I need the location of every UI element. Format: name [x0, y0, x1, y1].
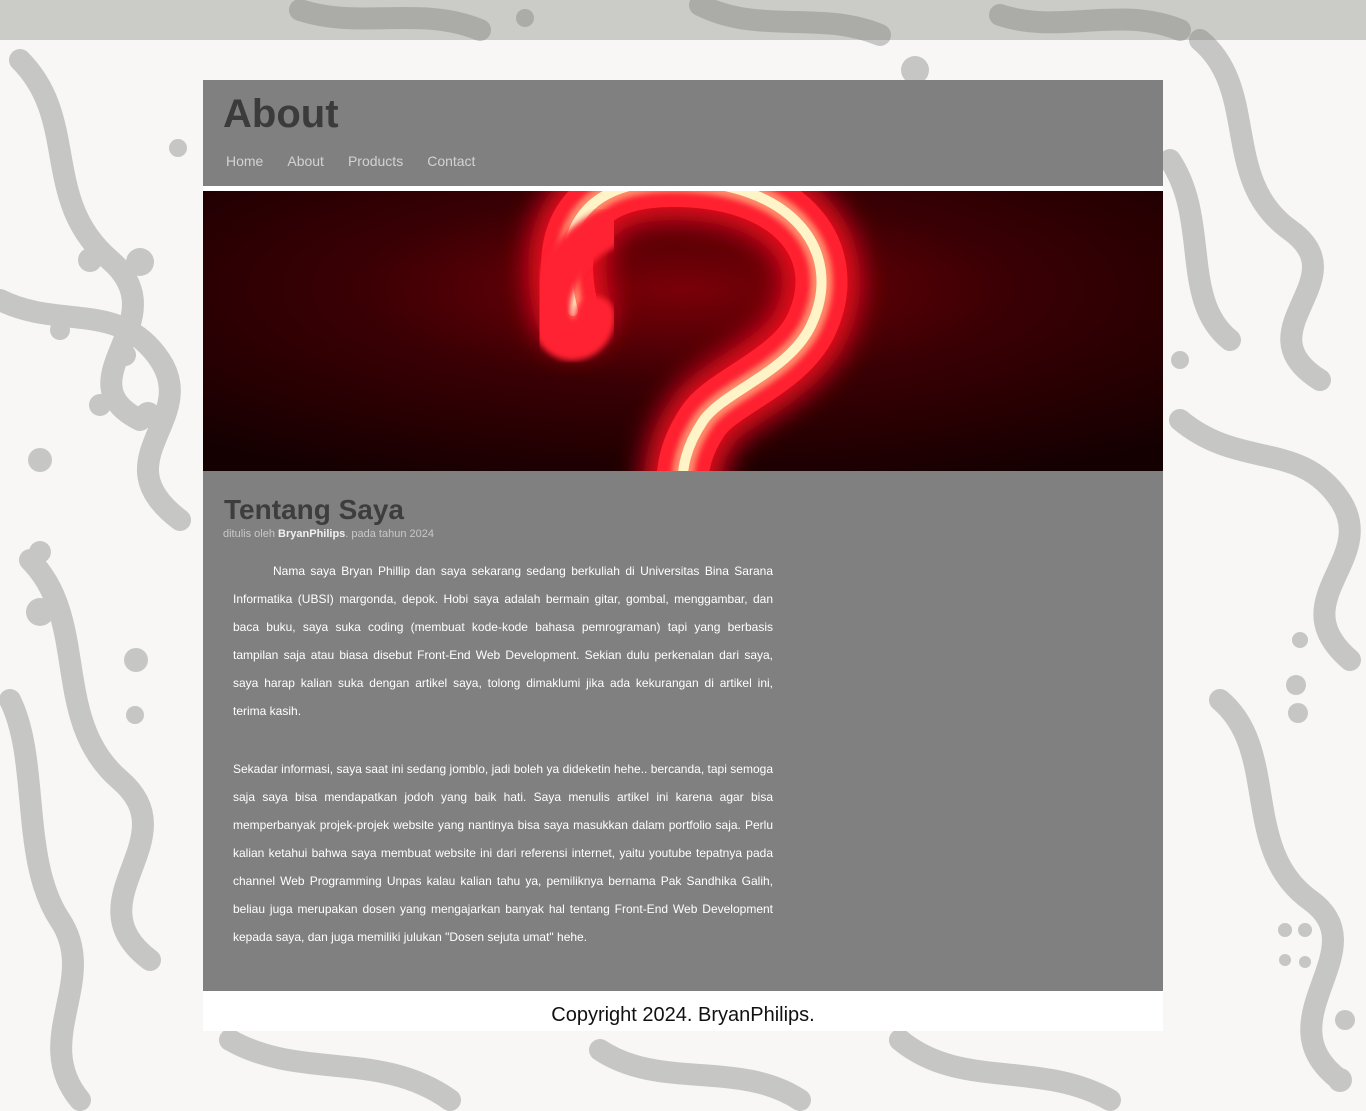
author-name: BryanPhilips: [278, 528, 346, 540]
page-container: About Home About Products Contact Tentan…: [203, 80, 1163, 1031]
hero-image: [203, 191, 1163, 471]
top-band: [0, 0, 1366, 40]
page-title: About: [223, 92, 339, 136]
meta-suffix: . pada tahun 2024: [345, 528, 434, 540]
site-header: About Home About Products Contact: [203, 80, 1163, 186]
article-paragraph: Sekadar informasi, saya saat ini sedang …: [233, 762, 773, 944]
article-paragraph: Nama saya Bryan Phillip dan saya sekaran…: [233, 564, 773, 718]
main-nav: Home About Products Contact: [214, 152, 487, 170]
site-footer: Copyright 2024. BryanPhilips.: [203, 991, 1163, 1031]
copyright-text: Copyright 2024. BryanPhilips.: [551, 1004, 815, 1026]
article-body: Nama saya Bryan Phillip dan saya sekaran…: [233, 557, 773, 981]
nav-products-link[interactable]: Products: [336, 152, 415, 170]
nav-contact-link[interactable]: Contact: [415, 152, 487, 170]
article-section: Tentang Saya ditulis oleh BryanPhilips. …: [203, 471, 1163, 991]
article-title: Tentang Saya: [224, 494, 404, 525]
neon-question-mark-image: [203, 191, 1163, 471]
nav-home-link[interactable]: Home: [214, 152, 275, 170]
article-meta: ditulis oleh BryanPhilips. pada tahun 20…: [223, 527, 434, 541]
nav-about-link[interactable]: About: [275, 152, 336, 170]
meta-prefix: ditulis oleh: [223, 528, 279, 540]
